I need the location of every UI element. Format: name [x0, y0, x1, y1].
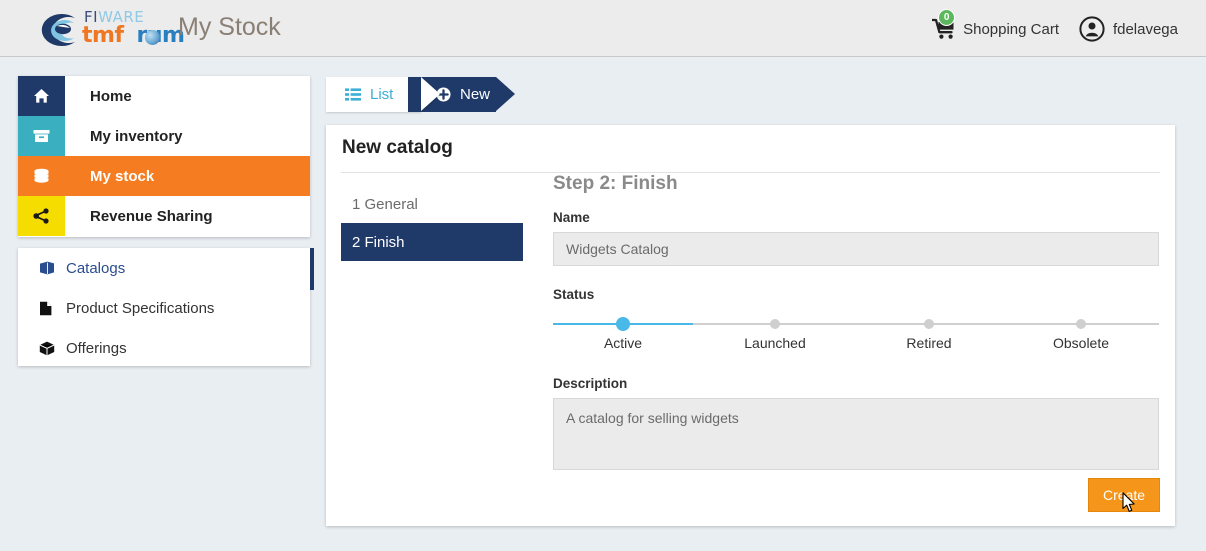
wizard-step-finish[interactable]: 2 Finish: [341, 223, 523, 261]
shopping-cart-button[interactable]: 0 Shopping Cart: [930, 9, 1059, 44]
logo-orb-icon: [145, 30, 160, 45]
file-icon: [39, 301, 62, 316]
sidebar-selection-accent: [310, 248, 314, 290]
book-icon: [39, 261, 62, 275]
share-icon: [18, 196, 65, 236]
status-section: Status Active Launched Retired Obsolete: [553, 287, 1160, 358]
box-icon: [18, 116, 65, 156]
package-icon: [39, 341, 62, 356]
wizard-step-label: 2 Finish: [352, 233, 405, 251]
database-icon: [18, 156, 65, 196]
sidebar-item-my-inventory[interactable]: My inventory: [18, 116, 310, 156]
tab-label: List: [370, 86, 394, 103]
create-button[interactable]: Create: [1088, 478, 1160, 512]
list-icon: [345, 88, 361, 101]
description-field-label: Description: [553, 376, 628, 391]
sidebar-item-label: Home: [90, 87, 132, 105]
sidebar-item-label: My inventory: [90, 127, 183, 145]
sidebar-sub-label: Offerings: [66, 339, 127, 357]
logo-tmforum-text: tmf rum: [82, 23, 185, 48]
tab-list[interactable]: List: [326, 77, 421, 112]
fiware-swirl-icon: [41, 14, 75, 46]
sidebar-sub-nav: Catalogs Product Specifications Offering…: [18, 248, 310, 366]
wizard-step-label: 1 General: [352, 195, 418, 213]
sidebar-item-revenue-sharing[interactable]: Revenue Sharing: [18, 196, 310, 236]
slider-dot-retired[interactable]: [924, 319, 934, 329]
sidebar-item-offerings[interactable]: Offerings: [18, 328, 310, 368]
user-menu-button[interactable]: fdelavega: [1079, 14, 1178, 44]
home-icon: [18, 76, 65, 116]
new-catalog-panel: New catalog 1 General 2 Finish Step 2: F…: [326, 125, 1175, 526]
sidebar-main-nav: Home My inventory My stock Revenue Shari…: [18, 76, 310, 237]
shopping-cart-label: Shopping Cart: [963, 20, 1059, 38]
panel-title: New catalog: [342, 137, 453, 158]
user-avatar-icon: [1079, 16, 1105, 42]
catalog-form: Step 2: Finish Name Status Active Launch…: [553, 173, 1160, 475]
description-section: Description A catalog for selling widget…: [553, 376, 1160, 475]
slider-dot-obsolete[interactable]: [1076, 319, 1086, 329]
cart-count-badge: 0: [938, 9, 956, 26]
slider-label-retired: Retired: [906, 335, 952, 351]
sidebar-sub-label: Product Specifications: [66, 299, 215, 317]
sidebar-item-my-stock[interactable]: My stock: [18, 156, 310, 196]
slider-dot-launched[interactable]: [770, 319, 780, 329]
tab-new-arrow: [496, 77, 515, 111]
slider-dot-active[interactable]: [616, 317, 630, 331]
sidebar-item-home[interactable]: Home: [18, 76, 310, 116]
sidebar-item-product-specifications[interactable]: Product Specifications: [18, 288, 310, 328]
slider-label-active: Active: [603, 335, 643, 351]
tab-list-arrow: [421, 77, 440, 111]
shopping-cart-icon-box: 0: [930, 9, 956, 40]
sidebar-item-label: My stock: [90, 167, 155, 185]
description-input[interactable]: A catalog for selling widgets: [553, 398, 1159, 470]
name-input[interactable]: [553, 232, 1159, 266]
user-name-label: fdelavega: [1112, 20, 1178, 38]
wizard-step-general[interactable]: 1 General: [341, 185, 523, 223]
slider-label-obsolete: Obsolete: [1052, 335, 1110, 351]
fiware-tmforum-logo[interactable]: FIWARE tmf rum: [32, 6, 185, 52]
app-header: FIWARE tmf rum My Stock 0 Shopping Cart f…: [0, 0, 1206, 57]
name-field-label: Name: [553, 210, 590, 225]
tab-label: New: [460, 86, 491, 103]
status-slider[interactable]: Active Launched Retired Obsolete: [553, 316, 1159, 358]
status-field-label: Status: [553, 287, 595, 302]
slider-label-launched: Launched: [744, 335, 806, 351]
sidebar-item-catalogs[interactable]: Catalogs: [18, 248, 310, 288]
sidebar-item-label: Revenue Sharing: [90, 207, 213, 225]
sidebar-sub-label: Catalogs: [66, 259, 126, 277]
wizard-steps: 1 General 2 Finish: [341, 185, 523, 261]
page-title: My Stock: [178, 13, 281, 41]
step-heading: Step 2: Finish: [553, 173, 678, 194]
